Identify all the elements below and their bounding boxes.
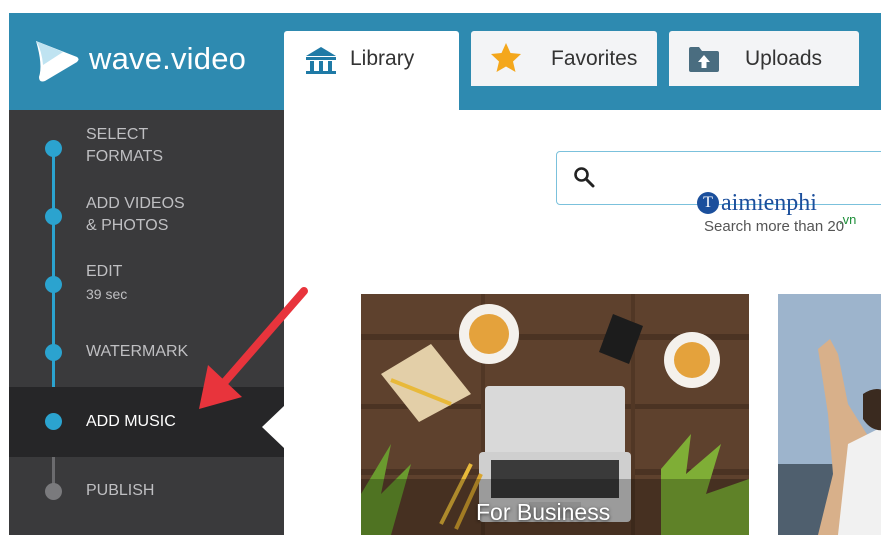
star-icon xyxy=(491,43,521,72)
lifestyle-image xyxy=(778,294,881,535)
step-label: ADD VIDEOS xyxy=(86,195,185,212)
tab-label: Uploads xyxy=(745,47,823,70)
tab-favorites[interactable]: Favorites xyxy=(471,31,657,86)
sidebar: wave.video SELECT FORMATS ADD VIDEOS & P… xyxy=(9,13,284,535)
step-dot xyxy=(45,140,62,157)
step-label: & PHOTOS xyxy=(86,217,169,234)
step-duration: 39 sec xyxy=(86,286,128,302)
step-label: WATERMARK xyxy=(86,343,189,360)
step-dot xyxy=(45,344,62,361)
app-window: wave.video SELECT FORMATS ADD VIDEOS & P… xyxy=(9,13,881,535)
library-panel: Taimienphi .vn Search more than 20 For B… xyxy=(284,110,881,535)
active-step-indicator xyxy=(262,406,284,448)
step-dot xyxy=(45,208,62,225)
step-dot xyxy=(45,483,62,500)
watermark-text: aimienphi xyxy=(721,190,817,216)
step-label: SELECT xyxy=(86,126,149,143)
library-tabbar: Library Favorites Uploads xyxy=(284,13,881,110)
step-label: ADD MUSIC xyxy=(86,413,176,430)
step-select-formats[interactable]: SELECT FORMATS xyxy=(9,121,284,176)
step-label: FORMATS xyxy=(86,148,164,165)
category-card-business[interactable]: For Business xyxy=(361,294,749,535)
watermark-overlay: Taimienphi .vn xyxy=(697,190,856,227)
step-dot xyxy=(45,276,62,293)
tab-uploads[interactable]: Uploads xyxy=(669,31,859,86)
upload-folder-icon xyxy=(689,47,719,72)
card-caption: For Business xyxy=(476,499,611,525)
step-label: EDIT xyxy=(86,263,123,280)
step-publish[interactable]: PUBLISH xyxy=(9,477,284,507)
search-hint: Search more than 20 xyxy=(704,218,845,235)
watermark-logo: T xyxy=(697,192,719,214)
tab-library[interactable]: Library xyxy=(284,31,459,110)
library-icon xyxy=(306,47,336,74)
category-card-lifestyle[interactable] xyxy=(778,294,881,535)
annotation-arrow-icon xyxy=(199,287,308,409)
tab-label: Library xyxy=(350,47,415,70)
step-add-videos-photos[interactable]: ADD VIDEOS & PHOTOS xyxy=(9,191,284,246)
search-icon xyxy=(574,167,595,188)
step-label: PUBLISH xyxy=(86,482,155,499)
step-dot xyxy=(45,413,62,430)
brand-header[interactable]: wave.video xyxy=(9,13,284,110)
tab-label: Favorites xyxy=(551,47,638,70)
brand-name: wave.video xyxy=(89,41,247,76)
wave-video-logo-icon xyxy=(36,41,79,82)
